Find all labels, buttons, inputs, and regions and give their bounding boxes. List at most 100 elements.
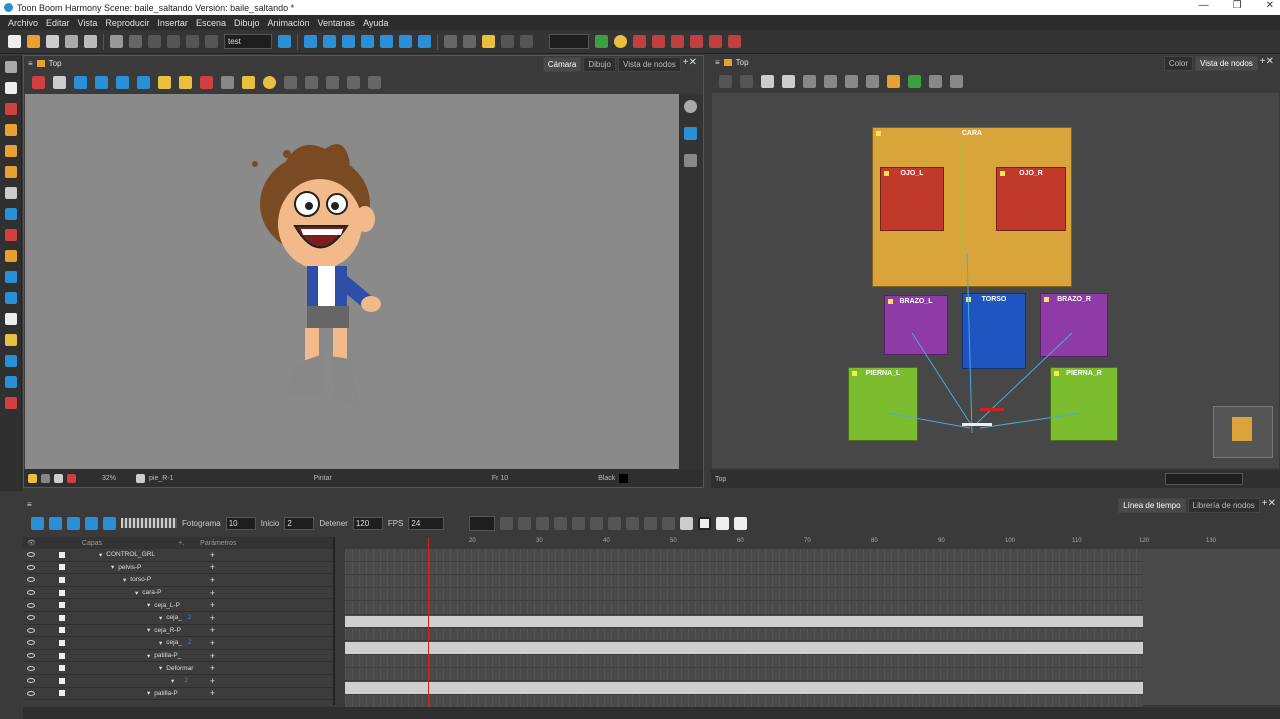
- add-tab-icon[interactable]: +✕: [683, 57, 697, 72]
- frame-row[interactable]: [345, 695, 1143, 708]
- layer-expand-icon[interactable]: ▾: [159, 639, 162, 647]
- pivot-icon[interactable]: [418, 35, 431, 48]
- green-tool-icon[interactable]: [595, 35, 608, 48]
- layer-add-icon[interactable]: +: [210, 575, 215, 585]
- menu-insertar[interactable]: Insertar: [153, 18, 192, 28]
- layer-expand-icon[interactable]: ▾: [147, 626, 150, 634]
- loop-icon[interactable]: [67, 516, 80, 530]
- layer-add-icon[interactable]: +: [210, 613, 215, 623]
- play-selection-icon[interactable]: [49, 516, 62, 530]
- bone-icon[interactable]: [463, 35, 476, 48]
- layer-eye-icon[interactable]: [27, 640, 35, 646]
- white-frame-icon[interactable]: [698, 516, 712, 530]
- morph-icon[interactable]: [501, 35, 514, 48]
- rectangle-icon[interactable]: [4, 208, 17, 220]
- group-pierna-l[interactable]: PIERNA_L: [848, 367, 918, 441]
- layer-add-icon[interactable]: +: [210, 651, 215, 661]
- frame-row[interactable]: [345, 615, 1143, 629]
- frame-row[interactable]: [345, 655, 1143, 668]
- timeline-menu-icon[interactable]: ≡: [27, 500, 32, 509]
- frame-row[interactable]: [345, 575, 1143, 589]
- film-icon[interactable]: [680, 516, 694, 530]
- add-layer-icon[interactable]: +.: [178, 540, 184, 547]
- sound-scrub-icon[interactable]: [103, 516, 116, 530]
- tab-dibujo[interactable]: Dibujo: [583, 57, 616, 72]
- lock-icon[interactable]: [158, 75, 171, 89]
- node-add-tab-icon[interactable]: +✕: [1260, 56, 1274, 71]
- node-search-input[interactable]: [1165, 473, 1243, 485]
- layer-color-swatch[interactable]: [59, 652, 65, 659]
- group-ojo-r[interactable]: OJO_R: [996, 167, 1066, 231]
- import-icon[interactable]: [84, 35, 97, 48]
- layer-row[interactable]: ▾ Deformar +: [23, 662, 333, 675]
- hand-icon[interactable]: [4, 292, 17, 304]
- new-icon[interactable]: [8, 35, 21, 48]
- node-peg-icon[interactable]: [803, 74, 816, 88]
- white-frame-2-icon[interactable]: [716, 516, 730, 530]
- layer-row[interactable]: ▾ ceja_ 2 +: [23, 637, 333, 650]
- k-keyframe-icon[interactable]: [633, 35, 646, 48]
- layer-eye-icon[interactable]: [27, 564, 35, 570]
- layer-add-icon[interactable]: +: [210, 625, 215, 635]
- light-icon[interactable]: [614, 35, 627, 48]
- grid-icon[interactable]: [520, 35, 533, 48]
- transform-icon[interactable]: [304, 35, 317, 48]
- shading-icon[interactable]: [326, 75, 339, 89]
- ia-keyframe-icon[interactable]: [728, 35, 741, 48]
- copy-icon[interactable]: [167, 35, 180, 48]
- fotograma-field[interactable]: 10: [225, 516, 256, 530]
- hold-icon[interactable]: [590, 516, 604, 530]
- layer-expand-icon[interactable]: ▾: [135, 589, 138, 597]
- pot-icon[interactable]: [4, 397, 17, 409]
- layer-expand-icon[interactable]: ▾: [147, 689, 150, 697]
- skew-icon[interactable]: [361, 35, 374, 48]
- paint-bucket-icon[interactable]: [4, 229, 17, 241]
- layer-eye-icon[interactable]: [27, 653, 35, 659]
- frame-row[interactable]: [345, 668, 1143, 682]
- layer-row[interactable]: ▾ 2 +: [23, 675, 333, 688]
- frame-row[interactable]: [345, 642, 1143, 655]
- workspace-manager-icon[interactable]: [278, 35, 291, 48]
- select-icon[interactable]: [4, 61, 17, 73]
- menu-dibujo[interactable]: Dibujo: [230, 18, 264, 28]
- grid-toggle-icon[interactable]: [74, 75, 87, 89]
- layer-add-icon[interactable]: +: [210, 588, 215, 598]
- delete-icon[interactable]: [205, 35, 218, 48]
- timeline-add-tab-icon[interactable]: +✕: [1262, 498, 1276, 513]
- play-icon[interactable]: [31, 516, 44, 530]
- layer-row[interactable]: ▾ ceja_L-P +: [23, 599, 333, 612]
- layer-row[interactable]: ▾ patilla-P_ +: [23, 650, 333, 663]
- stack-icon[interactable]: [347, 75, 360, 89]
- layer-eye-icon[interactable]: [27, 552, 35, 558]
- ba-keyframe-icon[interactable]: [709, 35, 722, 48]
- menu-ayuda[interactable]: Ayuda: [359, 18, 392, 28]
- brush-icon[interactable]: [4, 103, 17, 115]
- dropper-icon[interactable]: [4, 250, 17, 262]
- eraser-icon[interactable]: [4, 166, 17, 178]
- frame-row[interactable]: [345, 562, 1143, 575]
- layer-row[interactable]: ▾ cara-P +: [23, 587, 333, 600]
- layer-eye-icon[interactable]: [27, 678, 35, 684]
- layer-add-icon[interactable]: +: [210, 663, 215, 673]
- layer-expand-icon[interactable]: ▾: [147, 652, 150, 660]
- stack-layers-icon[interactable]: [684, 154, 697, 167]
- layer-eye-icon[interactable]: [27, 577, 35, 583]
- color-swatch[interactable]: [619, 473, 629, 483]
- motion-icon[interactable]: [554, 516, 568, 530]
- node-display-icon[interactable]: [845, 74, 858, 88]
- deform-icon[interactable]: [444, 35, 457, 48]
- ruler-icon[interactable]: [221, 75, 234, 89]
- exposure-icon[interactable]: [608, 516, 622, 530]
- layer-add-icon[interactable]: +: [210, 600, 215, 610]
- eye-icon[interactable]: [684, 100, 697, 113]
- reverse-icon[interactable]: [644, 516, 658, 530]
- layer-color-swatch[interactable]: [59, 564, 65, 571]
- layer-color-swatch[interactable]: [59, 627, 65, 634]
- menu-archivo[interactable]: Archivo: [4, 18, 42, 28]
- frame-row[interactable]: [345, 682, 1143, 695]
- save-icon[interactable]: [46, 35, 59, 48]
- open-icon[interactable]: [27, 35, 40, 48]
- layer-color-swatch[interactable]: [59, 639, 65, 646]
- layer-row[interactable]: ▾ patilla-P +: [23, 688, 333, 701]
- inicio-field[interactable]: 2: [284, 516, 315, 530]
